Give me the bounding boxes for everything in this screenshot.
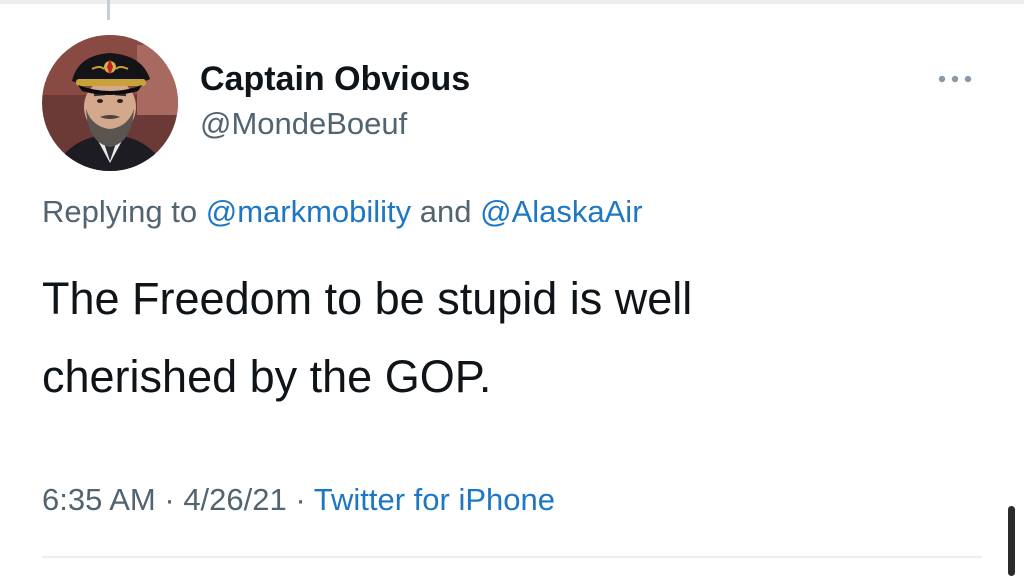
tweet-source-link[interactable]: Twitter for iPhone [314,482,555,517]
tweet-author: Captain Obvious @MondeBoeuf [200,58,470,144]
bottom-divider [42,556,982,558]
replying-to-line: Replying to @markmobility and @AlaskaAir [42,190,643,234]
tweet-time[interactable]: 6:35 AM [42,482,156,517]
tweet-page: Captain Obvious @MondeBoeuf Replying to … [0,0,1024,576]
replying-to-prefix: Replying to [42,194,206,229]
tweet-text: The Freedom to be stupid is well cherish… [42,260,942,416]
author-handle[interactable]: @MondeBoeuf [200,104,470,144]
avatar[interactable] [42,35,178,171]
more-options-button[interactable] [932,62,978,96]
top-divider [0,0,1024,4]
scrollbar-thumb[interactable] [1008,506,1015,576]
tweet-date[interactable]: 4/26/21 [183,482,286,517]
captain-portrait-icon [42,35,178,171]
mention-link-markmobility[interactable]: @markmobility [206,194,411,229]
author-display-name[interactable]: Captain Obvious [200,58,470,100]
tweet-text-line: The Freedom to be stupid is well [42,273,693,324]
meta-separator: · [286,482,314,517]
more-horizontal-icon [938,75,972,83]
tweet-meta: 6:35 AM · 4/26/21 · Twitter for iPhone [42,478,555,522]
meta-separator: · [155,482,184,517]
mention-link-alaskaair[interactable]: @AlaskaAir [480,194,642,229]
tweet-text-line: cherished by the GOP. [42,351,492,402]
thread-connector-line [107,0,110,20]
replying-to-joiner: and [411,194,481,229]
